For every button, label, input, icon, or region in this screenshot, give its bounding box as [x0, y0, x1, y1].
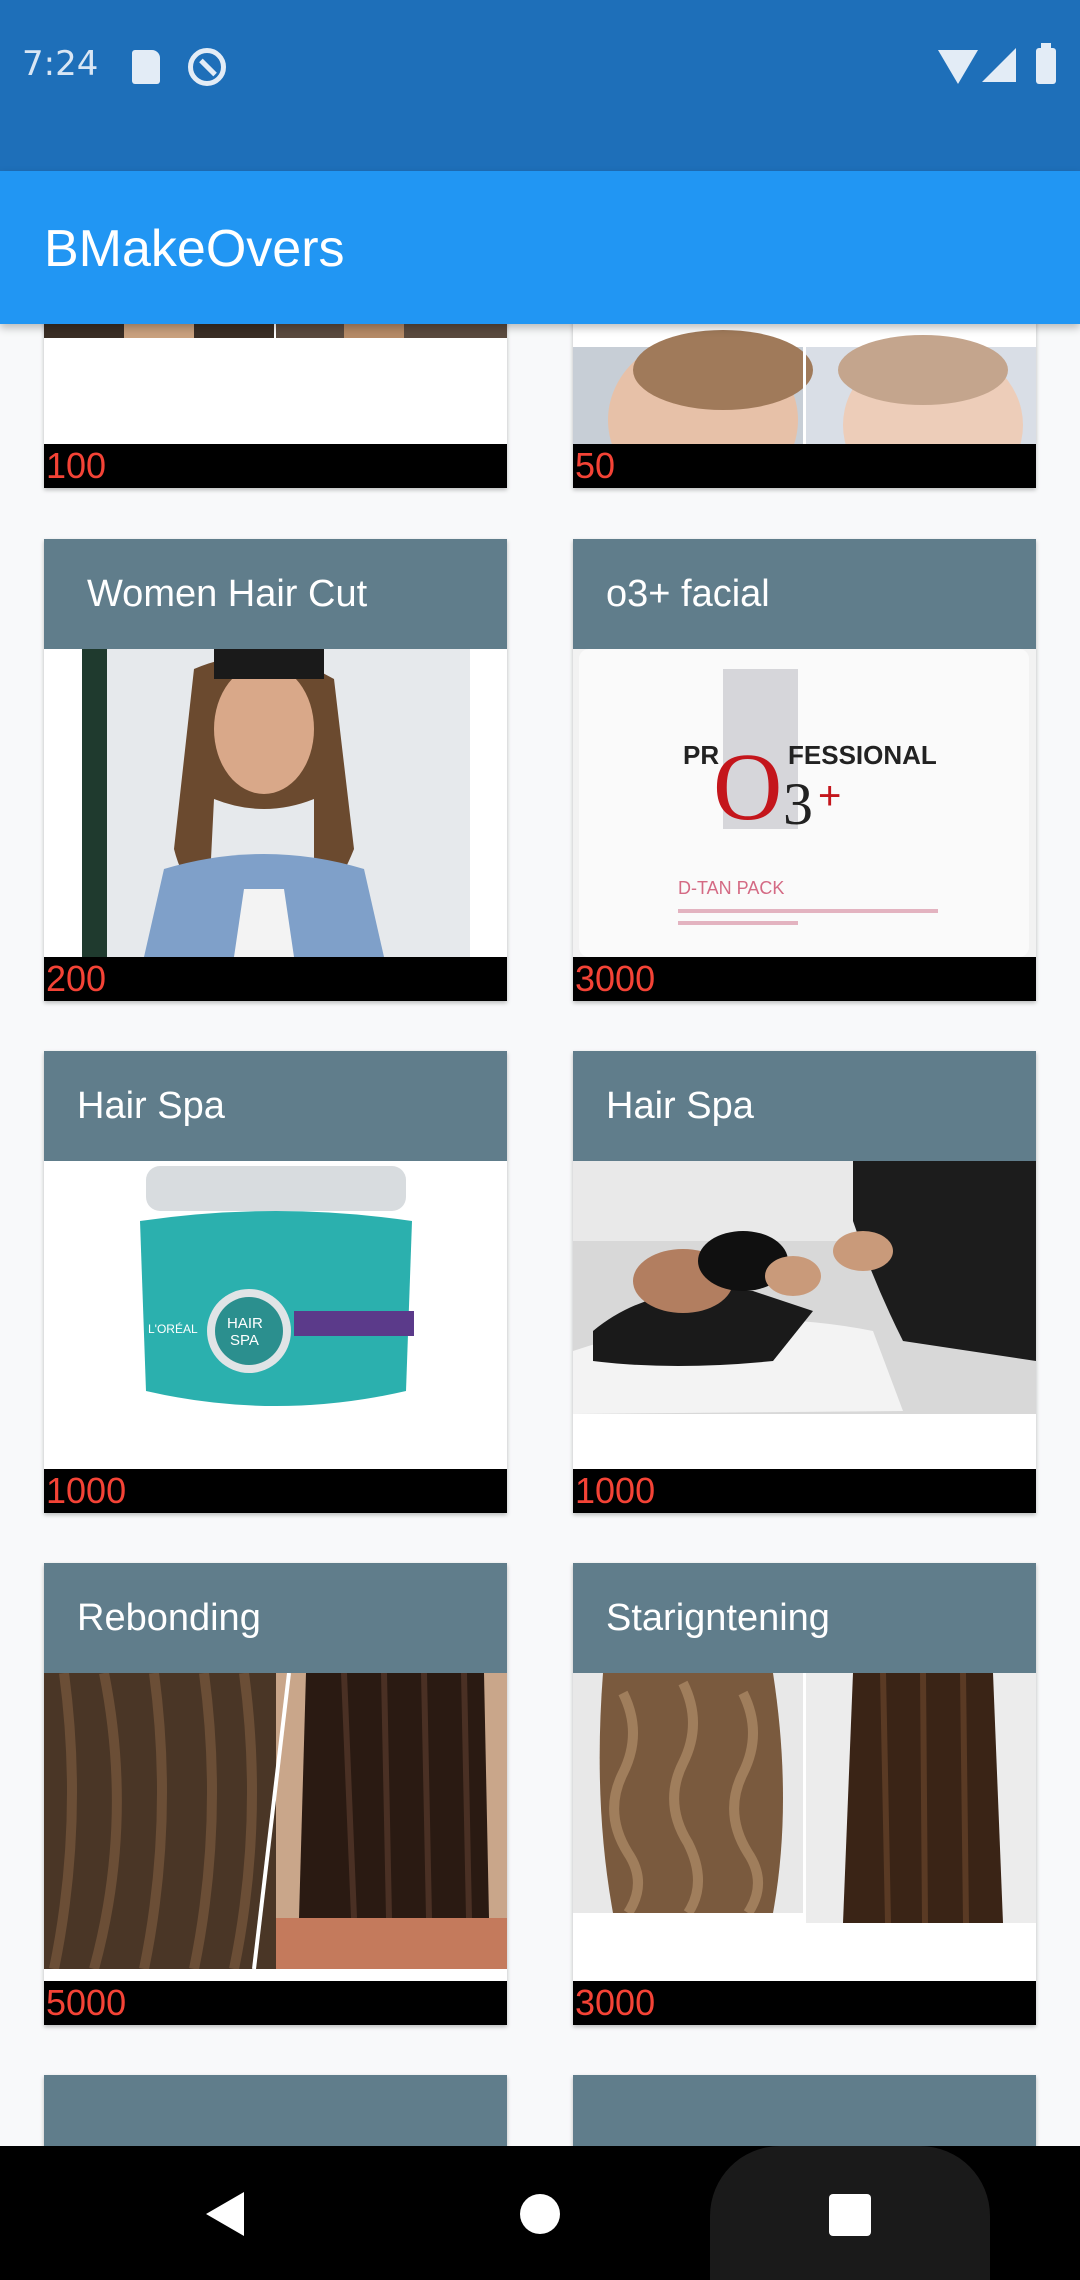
svg-text:D-TAN PACK: D-TAN PACK: [678, 878, 784, 898]
service-price: 5000: [44, 1981, 507, 2025]
service-title: Women Hair Cut: [44, 539, 507, 649]
service-price: 200: [44, 957, 507, 1001]
service-card[interactable]: 50: [573, 324, 1036, 488]
service-title: Rebonding: [44, 1563, 507, 1673]
service-title: Hair Spa: [44, 1051, 507, 1161]
home-icon[interactable]: [520, 2194, 560, 2234]
app-title: BMakeOvers: [44, 220, 345, 278]
service-price: 100: [44, 444, 507, 488]
status-time: 7:24: [22, 44, 99, 84]
hair-cut-photo: [44, 324, 507, 338]
service-card[interactable]: Hair Spa 1000: [573, 1051, 1036, 1513]
women-haircut-photo: [44, 649, 507, 957]
service-price: 1000: [44, 1469, 507, 1513]
back-icon[interactable]: [206, 2192, 244, 2236]
svg-text:3: 3: [783, 771, 813, 837]
service-card[interactable]: [573, 2075, 1036, 2146]
svg-text:L'ORÉAL: L'ORÉAL: [148, 1321, 198, 1336]
service-title: Hair Spa: [573, 1051, 1036, 1161]
svg-text:FESSIONAL: FESSIONAL: [788, 740, 937, 770]
svg-text:O: O: [713, 733, 782, 840]
services-grid[interactable]: 100 50 Women Hair Cut 200 o3+ facial PR …: [0, 324, 1080, 2146]
service-card[interactable]: Women Hair Cut 200: [44, 539, 507, 1001]
service-price: 50: [573, 444, 1036, 488]
service-title: o3+ facial: [573, 539, 1036, 649]
svg-text:SPA: SPA: [230, 1332, 259, 1349]
service-card[interactable]: 100: [44, 324, 507, 488]
status-bar: 7:24: [0, 0, 1080, 171]
boy-haircut-photo: [573, 324, 1036, 444]
service-price: 1000: [573, 1469, 1036, 1513]
battery-icon: [1036, 43, 1056, 84]
service-title: [44, 2075, 507, 2146]
navigation-bar: [0, 2146, 1080, 2280]
recent-apps-icon[interactable]: [829, 2194, 871, 2236]
service-card[interactable]: Rebonding 5000: [44, 1563, 507, 2025]
rebonding-before-after-photo: [44, 1673, 507, 1969]
o3-professional-tub-photo: PR FESSIONAL O 3 + D-TAN PACK: [573, 649, 1036, 957]
hair-wash-salon-photo: [573, 1161, 1036, 1414]
svg-text:HAIR: HAIR: [227, 1315, 263, 1332]
svg-text:+: +: [818, 774, 841, 818]
service-card[interactable]: o3+ facial PR FESSIONAL O 3 + D-TAN PACK…: [573, 539, 1036, 1001]
service-price: 3000: [573, 1981, 1036, 2025]
straightening-before-after-photo: [573, 1673, 1036, 1949]
service-title: Starigntening: [573, 1563, 1036, 1673]
loreal-hair-spa-jar-photo: HAIR SPA L'ORÉAL: [44, 1161, 507, 1469]
signal-icon: [982, 48, 1016, 82]
app-bar: BMakeOvers: [0, 171, 1080, 324]
service-price: 3000: [573, 957, 1036, 1001]
service-card[interactable]: Hair Spa HAIR SPA L'ORÉAL 1000: [44, 1051, 507, 1513]
do-not-disturb-icon: [188, 48, 226, 86]
service-card[interactable]: [44, 2075, 507, 2146]
sd-card-icon: [132, 50, 160, 84]
wifi-icon: [938, 50, 978, 84]
service-title: [573, 2075, 1036, 2146]
service-card[interactable]: Starigntening 3000: [573, 1563, 1036, 2025]
